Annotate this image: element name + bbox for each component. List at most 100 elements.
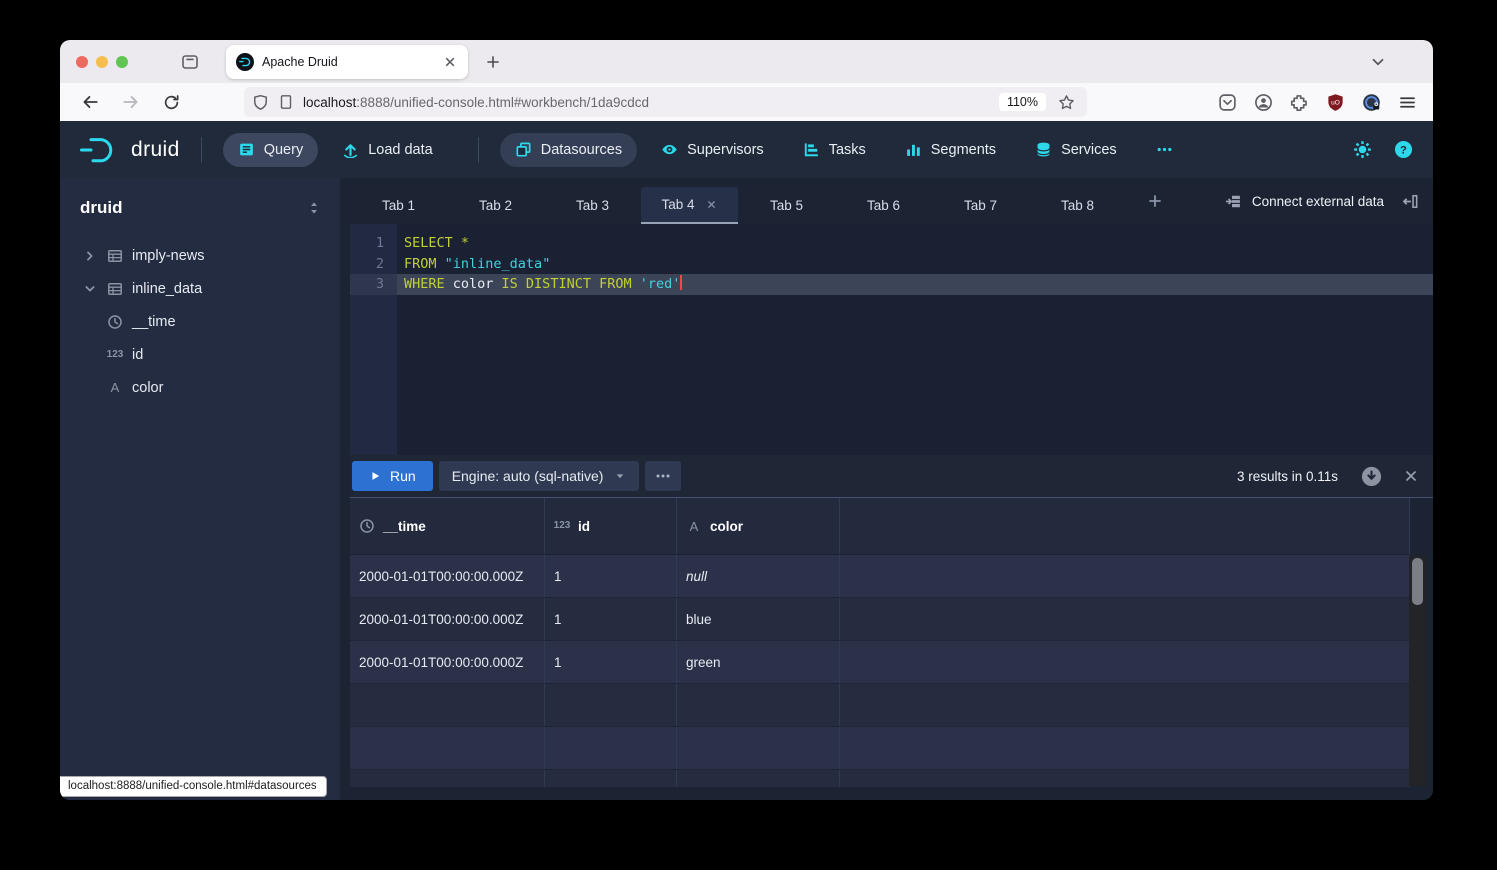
query-tab[interactable]: Tab 2 xyxy=(447,187,544,224)
close-tab-icon[interactable] xyxy=(442,54,458,70)
back-icon[interactable] xyxy=(81,93,99,111)
run-button[interactable]: Run xyxy=(352,461,433,491)
results-cell[interactable] xyxy=(545,770,677,787)
help-icon[interactable]: ? xyxy=(1394,140,1413,159)
gear-icon[interactable] xyxy=(1353,140,1372,159)
results-cell[interactable]: 2000-01-01T00:00:00.000Z xyxy=(350,555,545,597)
menu-hamburger-icon[interactable] xyxy=(1398,93,1417,112)
results-cell[interactable] xyxy=(350,770,545,787)
results-cell[interactable] xyxy=(677,684,840,726)
tracking-shield-icon[interactable] xyxy=(252,94,269,111)
onepassword-icon[interactable] xyxy=(1362,93,1381,112)
nav-item-services[interactable]: Services xyxy=(1020,133,1132,167)
datasource-item[interactable]: inline_data xyxy=(80,272,322,305)
list-all-tabs-icon[interactable] xyxy=(1369,53,1433,71)
cell-value: 1 xyxy=(554,612,562,627)
results-cell[interactable] xyxy=(840,641,1410,683)
results-cell[interactable] xyxy=(350,727,545,769)
query-tab[interactable]: Tab 7 xyxy=(932,187,1029,224)
results-cell[interactable]: 1 xyxy=(545,598,677,640)
connect-external-data-button[interactable]: Connect external data xyxy=(1225,193,1384,210)
results-cell[interactable]: green xyxy=(677,641,840,683)
play-icon xyxy=(369,470,381,482)
nav-item-supervisors[interactable]: Supervisors xyxy=(646,133,779,167)
query-tab[interactable]: Tab 8 xyxy=(1029,187,1126,224)
results-header-cell[interactable]: 123id xyxy=(545,498,677,554)
results-header-cell[interactable]: __time xyxy=(350,498,545,554)
cell-value: blue xyxy=(686,612,712,627)
results-cell[interactable]: 1 xyxy=(545,641,677,683)
results-cell[interactable] xyxy=(840,770,1410,787)
results-cell[interactable]: 2000-01-01T00:00:00.000Z xyxy=(350,598,545,640)
nav-item-datasources[interactable]: Datasources xyxy=(500,133,637,167)
zoom-window-button[interactable] xyxy=(116,56,128,68)
url-bar[interactable]: localhost:8888/unified-console.html#work… xyxy=(244,87,1087,117)
close-results-icon[interactable] xyxy=(1403,468,1419,484)
extensions-puzzle-icon[interactable] xyxy=(1290,93,1309,112)
download-results-icon[interactable] xyxy=(1361,466,1382,487)
results-cell[interactable] xyxy=(545,727,677,769)
downloads-tray-icon[interactable] xyxy=(180,52,200,72)
results-cell[interactable]: 2000-01-01T00:00:00.000Z xyxy=(350,641,545,683)
query-tab-label: Tab 1 xyxy=(382,198,415,213)
results-cell[interactable]: 1 xyxy=(545,555,677,597)
reload-icon[interactable] xyxy=(163,94,180,111)
results-cell[interactable] xyxy=(840,598,1410,640)
results-cell[interactable]: blue xyxy=(677,598,840,640)
collapse-panel-button[interactable] xyxy=(1402,193,1419,210)
editor-line[interactable]: 2FROM "inline_data" xyxy=(350,254,1433,275)
datasource-item[interactable]: imply-news xyxy=(80,239,322,272)
close-window-button[interactable] xyxy=(76,56,88,68)
results-cell[interactable] xyxy=(840,727,1410,769)
druid-favicon xyxy=(236,53,254,71)
page-info-icon[interactable] xyxy=(278,94,294,110)
results-scrollbar[interactable] xyxy=(1409,556,1426,786)
forward-icon[interactable] xyxy=(122,93,140,111)
nav-item-load-data[interactable]: Load data xyxy=(327,133,448,167)
results-cell[interactable]: null xyxy=(677,555,840,597)
results-cell[interactable] xyxy=(677,770,840,787)
results-cell[interactable] xyxy=(350,684,545,726)
pocket-icon[interactable] xyxy=(1218,93,1237,112)
zoom-level-badge[interactable]: 110% xyxy=(999,93,1046,111)
account-icon[interactable] xyxy=(1254,93,1273,112)
results-cell[interactable] xyxy=(677,727,840,769)
editor-line[interactable]: 1SELECT * xyxy=(350,233,1433,254)
results-header-cell[interactable]: Acolor xyxy=(677,498,840,554)
results-cell[interactable] xyxy=(840,684,1410,726)
nav-item-more[interactable] xyxy=(1141,133,1188,167)
query-tab[interactable]: Tab 6 xyxy=(835,187,932,224)
nav-item-tasks[interactable]: Tasks xyxy=(788,133,881,167)
results-cell[interactable] xyxy=(840,555,1410,597)
scrollbar-thumb[interactable] xyxy=(1412,558,1423,605)
query-tab[interactable]: Tab 4 xyxy=(641,187,738,224)
nav-item-query[interactable]: Query xyxy=(223,133,319,167)
query-tab[interactable]: Tab 1 xyxy=(350,187,447,224)
query-more-button[interactable] xyxy=(645,461,681,491)
query-tab[interactable]: Tab 3 xyxy=(544,187,641,224)
link-status-tooltip: localhost:8888/unified-console.html#data… xyxy=(60,776,327,797)
query-icon xyxy=(238,141,255,158)
bookmark-star-icon[interactable] xyxy=(1058,94,1075,111)
query-tab[interactable]: Tab 5 xyxy=(738,187,835,224)
minimize-window-button[interactable] xyxy=(96,56,108,68)
double-caret-icon[interactable] xyxy=(306,200,322,216)
column-item[interactable]: __time xyxy=(80,305,322,338)
schema-sidebar: druid imply-newsinline_data__time123idAc… xyxy=(60,178,340,800)
ublock-origin-icon[interactable]: uO xyxy=(1326,93,1345,112)
browser-tab[interactable]: Apache Druid xyxy=(226,45,468,79)
cell-value: 2000-01-01T00:00:00.000Z xyxy=(359,569,523,584)
column-item[interactable]: Acolor xyxy=(80,371,322,404)
sql-editor[interactable]: 1SELECT *2FROM "inline_data"3WHERE color… xyxy=(350,224,1433,455)
add-tab-icon[interactable] xyxy=(1146,192,1164,210)
table-icon xyxy=(107,281,123,297)
sql-token: 'red' xyxy=(640,276,681,292)
browser-tab-strip: Apache Druid xyxy=(60,40,1433,83)
engine-select-button[interactable]: Engine: auto (sql-native) xyxy=(439,461,640,491)
nav-item-label: Query xyxy=(264,142,304,158)
results-cell[interactable] xyxy=(545,684,677,726)
editor-line[interactable]: 3WHERE color IS DISTINCT FROM 'red' xyxy=(350,274,1433,295)
nav-item-segments[interactable]: Segments xyxy=(890,133,1011,167)
column-item[interactable]: 123id xyxy=(80,338,322,371)
new-tab-button[interactable] xyxy=(484,53,502,71)
